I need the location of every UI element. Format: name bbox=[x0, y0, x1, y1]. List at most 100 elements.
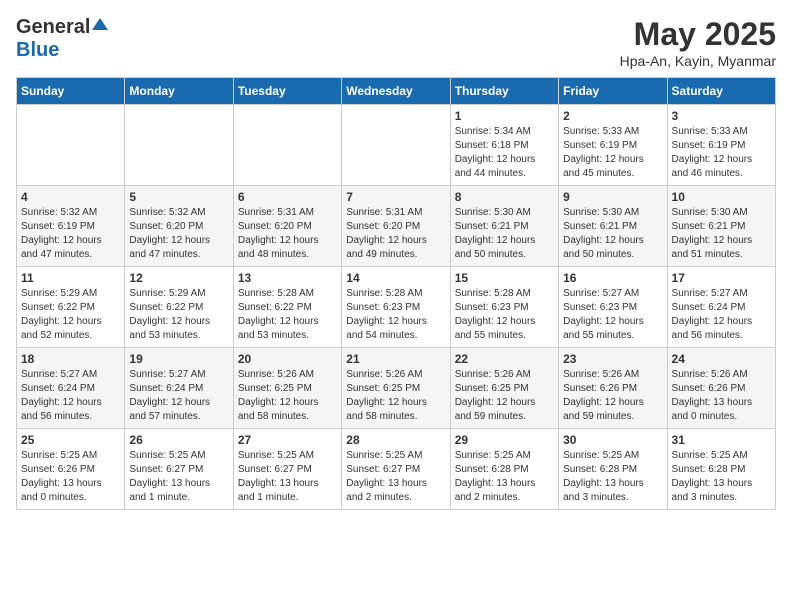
day-number: 1 bbox=[455, 109, 554, 123]
calendar-cell: 10Sunrise: 5:30 AMSunset: 6:21 PMDayligh… bbox=[667, 186, 775, 267]
calendar-week-row: 11Sunrise: 5:29 AMSunset: 6:22 PMDayligh… bbox=[17, 267, 776, 348]
day-info: Sunrise: 5:26 AMSunset: 6:26 PMDaylight:… bbox=[563, 368, 662, 424]
day-info: Sunrise: 5:31 AMSunset: 6:20 PMDaylight:… bbox=[238, 206, 337, 262]
day-number: 15 bbox=[455, 271, 554, 285]
day-info: Sunrise: 5:26 AMSunset: 6:26 PMDaylight:… bbox=[672, 368, 771, 424]
day-info: Sunrise: 5:30 AMSunset: 6:21 PMDaylight:… bbox=[672, 206, 771, 262]
day-number: 26 bbox=[129, 433, 228, 447]
calendar-week-row: 18Sunrise: 5:27 AMSunset: 6:24 PMDayligh… bbox=[17, 348, 776, 429]
logo: General Blue bbox=[16, 16, 108, 62]
calendar-cell: 20 Sunrise: 5:26 AMSunset: 6:25 PMDayligh… bbox=[233, 348, 341, 429]
day-info: Sunrise: 5:28 AMSunset: 6:23 PMDaylight:… bbox=[346, 287, 445, 343]
calendar-cell: 31 Sunrise: 5:25 AMSunset: 6:28 PMDayligh… bbox=[667, 429, 775, 510]
location: Hpa-An, Kayin, Myanmar bbox=[620, 53, 776, 69]
day-number: 3 bbox=[672, 109, 771, 123]
logo-blue-text: Blue bbox=[16, 39, 59, 61]
header: General Blue May 2025 Hpa-An, Kayin, Mya… bbox=[16, 16, 776, 69]
day-number: 22 bbox=[455, 352, 554, 366]
weekday-header-sunday: Sunday bbox=[17, 78, 125, 105]
calendar-cell: 9Sunrise: 5:30 AMSunset: 6:21 PMDaylight… bbox=[559, 186, 667, 267]
day-number: 6 bbox=[238, 190, 337, 204]
day-number: 24 bbox=[672, 352, 771, 366]
day-info: Sunrise: 5:28 AMSunset: 6:22 PMDaylight:… bbox=[238, 287, 337, 343]
day-info: Sunrise: 5:32 AMSunset: 6:19 PMDaylight:… bbox=[21, 206, 120, 262]
calendar-cell: 23Sunrise: 5:26 AMSunset: 6:26 PMDayligh… bbox=[559, 348, 667, 429]
calendar-cell: 12Sunrise: 5:29 AMSunset: 6:22 PMDayligh… bbox=[125, 267, 233, 348]
day-number: 17 bbox=[672, 271, 771, 285]
calendar-cell: 1 Sunrise: 5:34 AMSunset: 6:18 PMDaylight… bbox=[450, 105, 558, 186]
calendar-cell: 25Sunrise: 5:25 AMSunset: 6:26 PMDayligh… bbox=[17, 429, 125, 510]
calendar-cell: 27Sunrise: 5:25 AMSunset: 6:27 PMDayligh… bbox=[233, 429, 341, 510]
calendar-cell bbox=[125, 105, 233, 186]
calendar-week-row: 25Sunrise: 5:25 AMSunset: 6:26 PMDayligh… bbox=[17, 429, 776, 510]
day-number: 31 bbox=[672, 433, 771, 447]
logo-general-text: General bbox=[16, 16, 90, 39]
weekday-header-thursday: Thursday bbox=[450, 78, 558, 105]
weekday-header-tuesday: Tuesday bbox=[233, 78, 341, 105]
title-area: May 2025 Hpa-An, Kayin, Myanmar bbox=[620, 16, 776, 69]
logo-triangle-icon bbox=[92, 16, 108, 37]
weekday-header-saturday: Saturday bbox=[667, 78, 775, 105]
calendar-cell: 24 Sunrise: 5:26 AMSunset: 6:26 PMDayligh… bbox=[667, 348, 775, 429]
calendar-cell: 21 Sunrise: 5:26 AMSunset: 6:25 PMDayligh… bbox=[342, 348, 450, 429]
day-number: 8 bbox=[455, 190, 554, 204]
day-number: 5 bbox=[129, 190, 228, 204]
day-number: 16 bbox=[563, 271, 662, 285]
day-number: 14 bbox=[346, 271, 445, 285]
calendar-week-row: 1 Sunrise: 5:34 AMSunset: 6:18 PMDaylight… bbox=[17, 105, 776, 186]
day-info: Sunrise: 5:28 AMSunset: 6:23 PMDaylight:… bbox=[455, 287, 554, 343]
day-info: Sunrise: 5:29 AMSunset: 6:22 PMDaylight:… bbox=[21, 287, 120, 343]
day-info: Sunrise: 5:29 AMSunset: 6:22 PMDaylight:… bbox=[129, 287, 228, 343]
calendar-cell: 22Sunrise: 5:26 AMSunset: 6:25 PMDayligh… bbox=[450, 348, 558, 429]
calendar-cell: 8 Sunrise: 5:30 AMSunset: 6:21 PMDaylight… bbox=[450, 186, 558, 267]
day-info: Sunrise: 5:26 AMSunset: 6:25 PMDaylight:… bbox=[346, 368, 445, 424]
day-info: Sunrise: 5:33 AMSunset: 6:19 PMDaylight:… bbox=[563, 125, 662, 181]
day-number: 25 bbox=[21, 433, 120, 447]
day-number: 28 bbox=[346, 433, 445, 447]
calendar-cell: 18Sunrise: 5:27 AMSunset: 6:24 PMDayligh… bbox=[17, 348, 125, 429]
day-info: Sunrise: 5:25 AMSunset: 6:28 PMDaylight:… bbox=[672, 449, 771, 505]
day-number: 2 bbox=[563, 109, 662, 123]
calendar-cell bbox=[342, 105, 450, 186]
calendar-cell: 3Sunrise: 5:33 AMSunset: 6:19 PMDaylight… bbox=[667, 105, 775, 186]
day-info: Sunrise: 5:30 AMSunset: 6:21 PMDaylight:… bbox=[455, 206, 554, 262]
calendar-cell: 2 Sunrise: 5:33 AMSunset: 6:19 PMDaylight… bbox=[559, 105, 667, 186]
calendar-cell bbox=[233, 105, 341, 186]
weekday-header-monday: Monday bbox=[125, 78, 233, 105]
day-info: Sunrise: 5:27 AMSunset: 6:24 PMDaylight:… bbox=[129, 368, 228, 424]
calendar-cell: 6 Sunrise: 5:31 AMSunset: 6:20 PMDaylight… bbox=[233, 186, 341, 267]
day-info: Sunrise: 5:25 AMSunset: 6:28 PMDaylight:… bbox=[455, 449, 554, 505]
calendar-cell: 28 Sunrise: 5:25 AMSunset: 6:27 PMDayligh… bbox=[342, 429, 450, 510]
day-number: 20 bbox=[238, 352, 337, 366]
calendar-cell: 14 Sunrise: 5:28 AMSunset: 6:23 PMDayligh… bbox=[342, 267, 450, 348]
day-number: 7 bbox=[346, 190, 445, 204]
calendar-cell bbox=[17, 105, 125, 186]
day-info: Sunrise: 5:25 AMSunset: 6:27 PMDaylight:… bbox=[346, 449, 445, 505]
day-number: 9 bbox=[563, 190, 662, 204]
calendar-cell: 29 Sunrise: 5:25 AMSunset: 6:28 PMDayligh… bbox=[450, 429, 558, 510]
day-number: 29 bbox=[455, 433, 554, 447]
calendar-cell: 5 Sunrise: 5:32 AMSunset: 6:20 PMDaylight… bbox=[125, 186, 233, 267]
calendar-cell: 4Sunrise: 5:32 AMSunset: 6:19 PMDaylight… bbox=[17, 186, 125, 267]
day-info: Sunrise: 5:31 AMSunset: 6:20 PMDaylight:… bbox=[346, 206, 445, 262]
day-info: Sunrise: 5:26 AMSunset: 6:25 PMDaylight:… bbox=[238, 368, 337, 424]
weekday-header-wednesday: Wednesday bbox=[342, 78, 450, 105]
calendar-week-row: 4Sunrise: 5:32 AMSunset: 6:19 PMDaylight… bbox=[17, 186, 776, 267]
weekday-header-friday: Friday bbox=[559, 78, 667, 105]
day-number: 21 bbox=[346, 352, 445, 366]
calendar-cell: 26 Sunrise: 5:25 AMSunset: 6:27 PMDayligh… bbox=[125, 429, 233, 510]
day-number: 19 bbox=[129, 352, 228, 366]
calendar-cell: 7 Sunrise: 5:31 AMSunset: 6:20 PMDaylight… bbox=[342, 186, 450, 267]
calendar-cell: 15 Sunrise: 5:28 AMSunset: 6:23 PMDayligh… bbox=[450, 267, 558, 348]
day-info: Sunrise: 5:25 AMSunset: 6:28 PMDaylight:… bbox=[563, 449, 662, 505]
day-info: Sunrise: 5:32 AMSunset: 6:20 PMDaylight:… bbox=[129, 206, 228, 262]
calendar-cell: 30Sunrise: 5:25 AMSunset: 6:28 PMDayligh… bbox=[559, 429, 667, 510]
day-info: Sunrise: 5:27 AMSunset: 6:23 PMDaylight:… bbox=[563, 287, 662, 343]
day-info: Sunrise: 5:25 AMSunset: 6:27 PMDaylight:… bbox=[238, 449, 337, 505]
calendar-cell: 16 Sunrise: 5:27 AMSunset: 6:23 PMDayligh… bbox=[559, 267, 667, 348]
calendar-cell: 11Sunrise: 5:29 AMSunset: 6:22 PMDayligh… bbox=[17, 267, 125, 348]
calendar: SundayMondayTuesdayWednesdayThursdayFrid… bbox=[16, 77, 776, 510]
day-info: Sunrise: 5:34 AMSunset: 6:18 PMDaylight:… bbox=[455, 125, 554, 181]
calendar-cell: 13Sunrise: 5:28 AMSunset: 6:22 PMDayligh… bbox=[233, 267, 341, 348]
day-info: Sunrise: 5:25 AMSunset: 6:27 PMDaylight:… bbox=[129, 449, 228, 505]
